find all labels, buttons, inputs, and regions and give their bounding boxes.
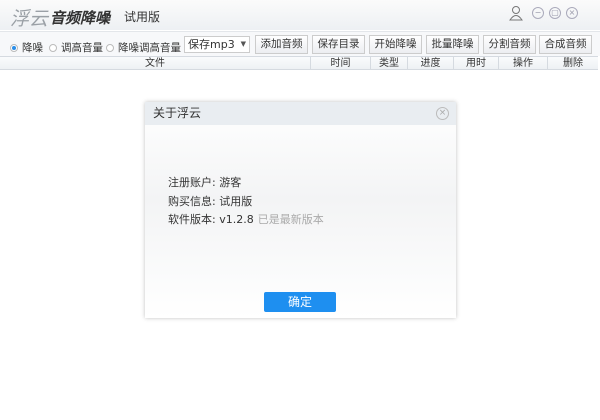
format-select[interactable]: 保存mp3 ▼ [184, 36, 250, 53]
purchase-row: 购买信息: 试用版 [168, 193, 252, 209]
batch-denoise-button[interactable]: 批量降噪 [426, 35, 479, 54]
format-value: 保存mp3 [188, 38, 235, 51]
col-progress[interactable]: 进度 [407, 57, 453, 70]
version-label: 软件版本: [168, 213, 216, 226]
account-label: 注册账户: [168, 176, 216, 189]
version-status: 已是最新版本 [257, 213, 324, 226]
restore-icon[interactable]: ▢ [549, 7, 561, 19]
close-icon[interactable]: × [566, 7, 578, 19]
save-dir-button[interactable]: 保存目录 [312, 35, 365, 54]
col-action[interactable]: 操作 [498, 57, 547, 70]
purchase-value: 试用版 [219, 195, 253, 208]
chevron-down-icon: ▼ [240, 40, 246, 48]
ok-button[interactable]: 确定 [264, 292, 336, 312]
toolbar: 降噪 调高音量 降噪调高音量 保存mp3 ▼ 添加音频 保存目录 开始降噪 批量降… [0, 31, 600, 56]
dialog-title: 关于浮云 [145, 102, 456, 125]
split-audio-button[interactable]: 分割音频 [483, 35, 536, 54]
mode-label: 降噪 [22, 42, 43, 54]
logo: 浮云 [10, 8, 49, 30]
add-audio-button[interactable]: 添加音频 [255, 35, 308, 54]
dialog-close-icon[interactable]: × [436, 107, 449, 120]
mode-label: 调高音量 [61, 42, 103, 54]
mode-denoise[interactable]: 降噪 [10, 40, 43, 55]
edition-label: 试用版 [124, 10, 161, 24]
version-row: 软件版本: v1.2.8 已是最新版本 [168, 211, 324, 227]
col-time[interactable]: 时间 [310, 57, 370, 70]
mode-label: 降噪调高音量 [118, 42, 181, 54]
start-denoise-button[interactable]: 开始降噪 [369, 35, 422, 54]
app-name: 音频降噪 [50, 9, 111, 27]
account-value: 游客 [219, 176, 242, 189]
merge-audio-button[interactable]: 合成音频 [539, 35, 592, 54]
col-file[interactable]: 文件 [0, 57, 310, 70]
radio-icon [49, 43, 57, 52]
mode-volume-up[interactable]: 调高音量 [49, 40, 103, 55]
account-row: 注册账户: 游客 [168, 174, 241, 190]
col-type[interactable]: 类型 [370, 57, 407, 70]
radio-icon [106, 43, 114, 52]
radio-icon [10, 43, 18, 52]
col-delete[interactable]: 删除 [547, 57, 598, 70]
version-value: v1.2.8 [219, 213, 254, 226]
user-icon[interactable] [509, 5, 523, 21]
title-bar: 浮云 音频降噪 试用版 − ▢ × [0, 0, 600, 30]
purchase-label: 购买信息: [168, 195, 216, 208]
about-dialog: 关于浮云 × 注册账户: 游客 购买信息: 试用版 软件版本: v1.2.8 已是… [145, 102, 456, 318]
table-header: 文件 时间 类型 进度 用时 操作 删除 [0, 56, 598, 70]
mode-denoise-volume-up[interactable]: 降噪调高音量 [106, 40, 181, 55]
minimize-icon[interactable]: − [532, 7, 544, 19]
col-elapsed[interactable]: 用时 [453, 57, 498, 70]
